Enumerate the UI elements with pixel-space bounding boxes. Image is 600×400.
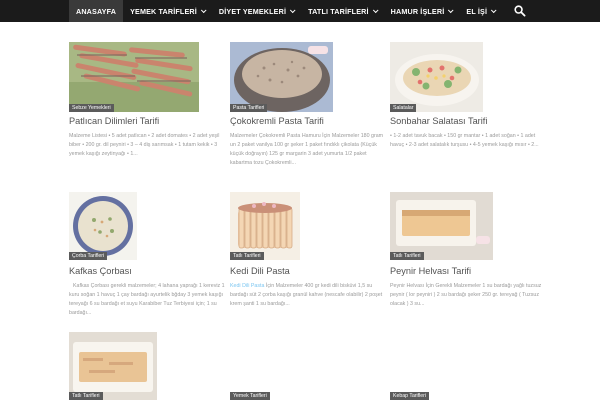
post-card: Çorba Tarifleri Kafkas Çorbası Kafkas Ço…	[69, 192, 239, 320]
category-badge[interactable]: Tatlı Tarifleri	[69, 391, 103, 400]
post-thumbnail[interactable]: Pasta Tarifleri	[230, 42, 333, 112]
post-excerpt-text: • 1-2 adet tavuk bacak • 150 gr mantar •…	[390, 133, 539, 148]
autumn-salad-photo	[390, 42, 483, 112]
post-excerpt: • 1-2 adet tavuk bacak • 150 gr mantar •…	[390, 132, 550, 150]
post-title[interactable]: Kedi Dili Pasta	[230, 266, 290, 276]
menu-item-diyet-yemekleri[interactable]: DİYET YEMEKLERİ	[212, 0, 301, 22]
post-thumbnail[interactable]: Tatlı Tarifleri	[390, 192, 493, 260]
category-badge[interactable]: Salatalar	[390, 103, 417, 112]
post-thumbnail[interactable]: Çorba Tarifleri	[69, 192, 137, 260]
post-excerpt: Peynir Helvası İçin Gerekli Malzemeler 1…	[390, 282, 550, 309]
post-card: Salatalar Sonbahar Salatası Tarifi • 1-2…	[390, 42, 560, 164]
post-title[interactable]: Çokokremli Pasta Tarifi	[230, 116, 324, 126]
post-thumbnail[interactable]: Salatalar	[390, 42, 483, 112]
menu-item-anasayfa[interactable]: ANASAYFA	[69, 0, 124, 22]
menu-item-label: HAMUR İŞLERİ	[390, 6, 445, 16]
soup-photo	[69, 192, 137, 260]
category-badge[interactable]: Yemek Tarifleri	[230, 391, 270, 400]
post-excerpt-text: Malzeme Listesi • 5 adet patlıcan • 2 ad…	[69, 133, 220, 157]
post-card: Pasta Tarifleri Çokokremli Pasta Tarifi …	[230, 42, 400, 182]
post-excerpt-text: Malzemeler Çokokremli Pasta Hamuru İçin …	[230, 133, 384, 166]
category-badge[interactable]: Çorba Tarifleri	[69, 251, 108, 260]
menu-item-yemek-tarifleri[interactable]: YEMEK TARİFLERİ	[123, 0, 212, 22]
post-title[interactable]: Peynir Helvası Tarifi	[390, 266, 471, 276]
post-title[interactable]: Kafkas Çorbası	[69, 266, 132, 276]
chevron-down-icon	[200, 7, 207, 14]
chocolate-cake-photo	[230, 42, 333, 112]
post-thumbnail[interactable]: Tatlı Tarifleri	[230, 192, 300, 260]
category-badge[interactable]: Kebap Tarifleri	[390, 391, 430, 400]
post-card: Tatlı Tarifleri	[69, 332, 239, 400]
category-badge[interactable]: Tatlı Tarifleri	[390, 251, 424, 260]
menu-item-label: YEMEK TARİFLERİ	[130, 6, 197, 16]
search-button[interactable]	[513, 4, 527, 18]
menu-item-hamur-isleri[interactable]: HAMUR İŞLERİ	[384, 0, 460, 22]
post-excerpt: Malzeme Listesi • 5 adet patlıcan • 2 ad…	[69, 132, 229, 159]
top-navigation-bar: ANASAYFA YEMEK TARİFLERİ DİYET YEMEKLERİ…	[0, 0, 600, 22]
main-menu: ANASAYFA YEMEK TARİFLERİ DİYET YEMEKLERİ…	[69, 0, 502, 22]
chevron-down-icon	[289, 7, 296, 14]
post-title[interactable]: Patlıcan Dilimleri Tarifi	[69, 116, 159, 126]
menu-item-tatli-tarifleri[interactable]: TATLI TARİFLERİ	[301, 0, 384, 22]
chevron-down-icon	[372, 7, 379, 14]
dessert-photo	[69, 332, 157, 400]
post-thumbnail[interactable]: Kebap Tarifleri	[390, 388, 450, 400]
post-excerpt: Kedi Dili Pasta İçin Malzemeler 400 gr k…	[230, 282, 390, 309]
post-card: Kebap Tarifleri	[390, 388, 560, 400]
post-thumbnail[interactable]: Tatlı Tarifleri	[69, 332, 157, 400]
menu-item-label: ANASAYFA	[76, 6, 117, 16]
post-excerpt: Malzemeler Çokokremli Pasta Hamuru İçin …	[230, 132, 390, 168]
post-excerpt-text: Peynir Helvası İçin Gerekli Malzemeler 1…	[390, 283, 542, 307]
post-title[interactable]: Sonbahar Salatası Tarifi	[390, 116, 487, 126]
post-excerpt-text: Kafkas Çorbası gerekli malzemeler; 4 lah…	[69, 283, 225, 316]
menu-item-label: EL İŞİ	[466, 6, 488, 16]
excerpt-link[interactable]: Kedi Dili Pasta	[230, 283, 264, 289]
menu-item-el-isi[interactable]: EL İŞİ	[459, 0, 502, 22]
category-badge[interactable]: Tatlı Tarifleri	[230, 251, 264, 260]
chevron-down-icon	[491, 7, 497, 14]
cheese-halva-photo	[390, 192, 493, 260]
eggplant-slices-photo	[69, 42, 199, 112]
menu-item-label: DİYET YEMEKLERİ	[218, 6, 287, 16]
post-thumbnail[interactable]: Sebze Yemekleri	[69, 42, 199, 112]
post-thumbnail[interactable]: Yemek Tarifleri	[230, 388, 290, 400]
post-card: Sebze Yemekleri Patlıcan Dilimleri Tarif…	[69, 42, 239, 160]
search-icon	[514, 5, 526, 17]
post-card: Tatlı Tarifleri Kedi Dili Pasta Kedi Dil…	[230, 192, 400, 312]
category-badge[interactable]: Pasta Tarifleri	[230, 103, 268, 112]
chevron-down-icon	[448, 7, 454, 14]
ladyfinger-cake-photo	[230, 192, 300, 260]
post-card: Tatlı Tarifleri Peynir Helvası Tarifi Pe…	[390, 192, 560, 314]
menu-item-label: TATLI TARİFLERİ	[308, 6, 369, 16]
category-badge[interactable]: Sebze Yemekleri	[69, 103, 114, 112]
post-card: Yemek Tarifleri	[230, 388, 400, 400]
post-excerpt: Kafkas Çorbası gerekli malzemeler; 4 lah…	[69, 282, 229, 318]
